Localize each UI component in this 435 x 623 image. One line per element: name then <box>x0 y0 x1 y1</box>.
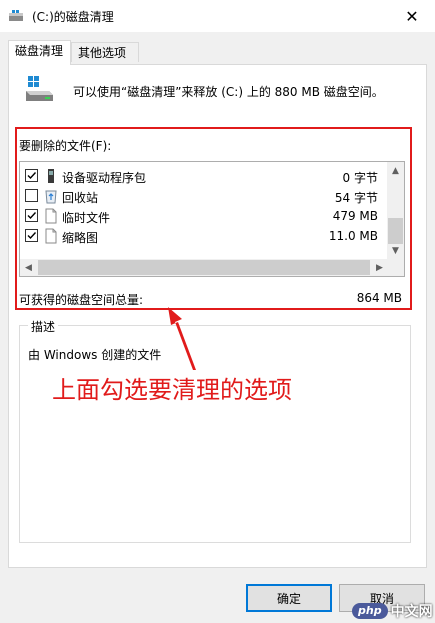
watermark-text: 中文网 <box>390 604 433 620</box>
watermark-badge: php <box>352 603 388 619</box>
annotation-text: 上面勾选要清理的选项 <box>52 376 292 404</box>
tab-disk-cleanup[interactable]: 磁盘清理 <box>8 40 71 65</box>
item-size: 11.0 MB <box>328 229 378 243</box>
file-icon <box>44 228 58 244</box>
total-space-label: 可获得的磁盘空间总量: <box>19 293 144 307</box>
horizontal-scroll-thumb[interactable] <box>38 260 370 275</box>
list-item[interactable]: 回收站 54 字节 <box>20 186 388 206</box>
item-name: 缩略图 <box>62 231 99 245</box>
checkbox[interactable] <box>25 169 38 182</box>
watermark: php 中文网 <box>352 601 433 621</box>
close-icon: ✕ <box>405 6 419 26</box>
title-bar: (C:)的磁盘清理 ✕ <box>0 0 435 32</box>
tab-panel: 可以使用“磁盘清理”来释放 (C:) 上的 880 MB 磁盘空间。 要删除的文… <box>8 64 427 568</box>
intro-text: 可以使用“磁盘清理”来释放 (C:) 上的 880 MB 磁盘空间。 <box>73 85 384 99</box>
item-name: 设备驱动程序包 <box>62 171 147 185</box>
total-space-value: 864 MB <box>356 291 402 305</box>
tab-more-options[interactable]: 其他选项 <box>71 42 139 62</box>
driver-package-icon <box>44 168 58 184</box>
vertical-scrollbar[interactable]: ▲ ▼ <box>387 162 404 259</box>
item-size: 479 MB <box>332 209 378 223</box>
scroll-left-icon[interactable]: ◀ <box>20 259 37 276</box>
drive-icon <box>25 75 55 103</box>
close-button[interactable]: ✕ <box>389 0 435 32</box>
scroll-right-icon[interactable]: ▶ <box>371 259 388 276</box>
description-legend: 描述 <box>28 318 59 335</box>
scrollbar-corner <box>387 259 404 276</box>
item-name: 临时文件 <box>62 211 111 225</box>
vertical-scroll-thumb[interactable] <box>388 218 403 244</box>
item-size: 0 字节 <box>342 171 378 185</box>
list-item[interactable]: 设备驱动程序包 0 字节 <box>20 166 388 186</box>
files-list[interactable]: 设备驱动程序包 0 字节 回收站 54 字节 临时文件 479 MB 缩略图 1… <box>19 161 405 277</box>
window-title: (C:)的磁盘清理 <box>32 10 114 24</box>
ok-button[interactable]: 确定 <box>246 584 332 612</box>
checkbox[interactable] <box>25 189 38 202</box>
checkbox[interactable] <box>25 209 38 222</box>
recycle-bin-icon <box>44 188 58 204</box>
item-size: 54 字节 <box>334 191 378 205</box>
horizontal-scrollbar[interactable]: ◀ ▶ <box>20 259 388 276</box>
files-to-delete-label: 要删除的文件(F): <box>19 139 112 153</box>
list-item[interactable]: 临时文件 479 MB <box>20 206 388 226</box>
scroll-up-icon[interactable]: ▲ <box>387 162 404 179</box>
item-name: 回收站 <box>62 191 99 205</box>
scroll-down-icon[interactable]: ▼ <box>387 242 404 259</box>
description-group: 描述 由 Windows 创建的文件 <box>19 318 411 543</box>
disk-cleanup-icon <box>8 9 24 23</box>
description-text: 由 Windows 创建的文件 <box>28 348 162 362</box>
checkbox[interactable] <box>25 229 38 242</box>
file-icon <box>44 208 58 224</box>
list-item[interactable]: 缩略图 11.0 MB <box>20 226 388 246</box>
